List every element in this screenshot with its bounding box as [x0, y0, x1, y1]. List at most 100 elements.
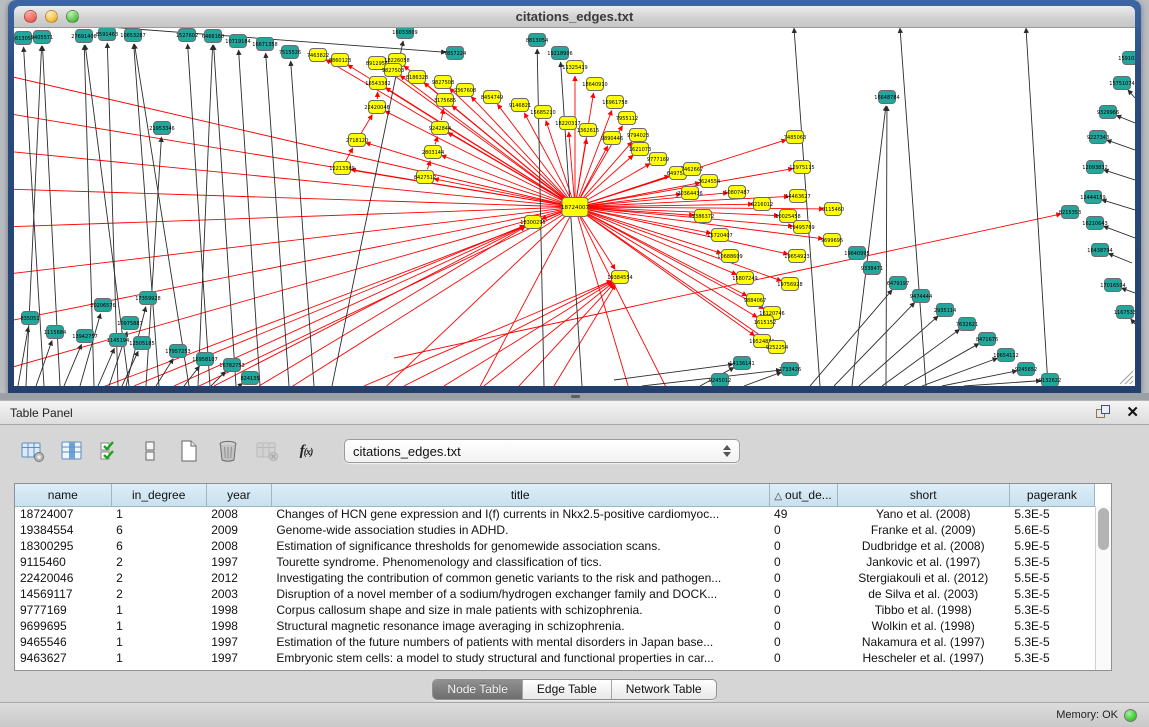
network-node[interactable]: 9777169	[647, 153, 669, 166]
tab-network-table[interactable]: Network Table	[612, 680, 716, 699]
table-scrollbar[interactable]	[1095, 506, 1111, 670]
network-node[interactable]: 9115460	[822, 203, 844, 216]
network-node[interactable]: 7955112	[616, 112, 638, 125]
network-node[interactable]: 6479197	[887, 277, 909, 290]
tab-edge-table[interactable]: Edge Table	[523, 680, 612, 699]
zoom-window-icon[interactable]	[66, 10, 79, 23]
network-node[interactable]: 11325419	[562, 61, 587, 74]
network-node[interactable]: 9242844	[429, 122, 451, 135]
network-node[interactable]: 8860123	[329, 54, 351, 67]
network-node[interactable]: 6466160	[202, 30, 224, 43]
close-window-icon[interactable]	[24, 10, 37, 23]
network-node[interactable]: 9890446	[601, 132, 623, 145]
network-node[interactable]: 1527602	[176, 29, 198, 42]
network-node[interactable]: 10653287	[120, 29, 145, 42]
network-node[interactable]: 7515526	[279, 46, 301, 59]
network-node[interactable]: 15751074	[1109, 77, 1134, 90]
network-node[interactable]: 8186328	[406, 71, 428, 84]
column-header-title[interactable]: title	[271, 484, 769, 506]
table-row[interactable]: 911546021997Tourette syndrome. Phenomeno…	[15, 554, 1095, 570]
network-node[interactable]: 7463822	[307, 49, 329, 62]
table-row[interactable]: 977716911998Corpus callosum shape and si…	[15, 602, 1095, 618]
network-node[interactable]: 7485063	[784, 131, 806, 144]
network-node[interactable]: 27691406	[71, 30, 96, 43]
network-node[interactable]: 9252254	[766, 341, 788, 354]
network-node[interactable]: 7857224	[444, 47, 466, 60]
table-row[interactable]: 946554611997Estimation of the future num…	[15, 634, 1095, 650]
tab-node-table[interactable]: Node Table	[433, 680, 523, 699]
network-node[interactable]: 8813054	[526, 34, 548, 47]
network-node[interactable]: 9699695	[821, 234, 843, 247]
network-node[interactable]: 7462667	[681, 163, 703, 176]
network-canvas[interactable]: 1872400718300295193845548860123746382289…	[14, 28, 1135, 386]
column-header-out_de[interactable]: △out_de...	[769, 484, 837, 506]
table-settings-icon[interactable]	[18, 436, 48, 466]
network-node[interactable]: 8471676	[976, 333, 998, 346]
network-node[interactable]: 1362615	[577, 124, 599, 137]
table-row[interactable]: 1830029562008Estimation of significance …	[15, 538, 1095, 554]
network-node[interactable]: 2803144	[422, 146, 444, 159]
table-row[interactable]: 1872400712008Changes of HCN gene express…	[15, 506, 1095, 522]
window-titlebar[interactable]: citations_edges.txt	[14, 6, 1135, 28]
network-node[interactable]: 9245012	[709, 374, 731, 387]
network-node[interactable]: 2367608	[454, 84, 476, 97]
row-height-icon[interactable]	[135, 436, 165, 466]
network-node[interactable]: 16961758	[602, 96, 627, 109]
table-row[interactable]: 969969511998Structural magnetic resonanc…	[15, 618, 1095, 634]
delete-trash-icon[interactable]	[213, 436, 243, 466]
network-node[interactable]: 1115684	[44, 326, 66, 339]
network-node[interactable]: 19640995	[844, 247, 869, 260]
panel-splitter[interactable]	[0, 393, 1149, 400]
network-node[interactable]: 9827503	[382, 64, 404, 77]
network-node[interactable]: 21953346	[149, 122, 174, 135]
network-node[interactable]: 10807487	[724, 186, 749, 199]
scrollbar-thumb[interactable]	[1098, 508, 1109, 550]
network-node[interactable]: 9245652	[1015, 363, 1037, 376]
network-node[interactable]: 15720407	[707, 229, 732, 242]
network-node[interactable]: 12975115	[789, 161, 814, 174]
memory-indicator[interactable]	[1124, 709, 1137, 722]
new-file-icon[interactable]	[174, 436, 204, 466]
column-header-short[interactable]: short	[837, 484, 1009, 506]
network-node[interactable]: 17359928	[135, 292, 160, 305]
select-columns-icon[interactable]	[96, 436, 126, 466]
network-node[interactable]: 15685210	[530, 106, 555, 119]
network-node[interactable]: 2935114	[934, 304, 956, 317]
network-node[interactable]: 1145194	[107, 334, 129, 347]
network-node[interactable]: 10654112	[993, 349, 1018, 362]
column-header-in_degree[interactable]: in_degree	[111, 484, 206, 506]
network-node[interactable]: 19756928	[777, 278, 802, 291]
network-node[interactable]: 7386372	[692, 210, 714, 223]
network-node[interactable]: 16438794	[1087, 244, 1112, 257]
network-node[interactable]: 9132622	[1039, 374, 1061, 387]
network-node[interactable]: 10688609	[717, 250, 742, 263]
network-node[interactable]: 16648784	[874, 91, 899, 104]
function-builder-icon[interactable]: f(x)	[291, 436, 321, 466]
network-node[interactable]: 12444159	[1080, 191, 1105, 204]
network-node[interactable]: 16958107	[192, 353, 217, 366]
network-node[interactable]: 8454749	[481, 91, 503, 104]
network-node[interactable]: 9794023	[627, 129, 649, 142]
network-node[interactable]: 18724007	[561, 198, 589, 217]
network-node[interactable]: 2718120	[346, 134, 368, 147]
table-row[interactable]: 1938455462009Genome-wide association stu…	[15, 522, 1095, 538]
network-node[interactable]: 16033809	[392, 28, 417, 39]
network-node[interactable]: 824135	[240, 372, 259, 385]
network-node[interactable]: 9329966	[1097, 106, 1119, 119]
network-node[interactable]: 1615152	[754, 316, 776, 329]
network-node[interactable]: 17016504	[1100, 279, 1125, 292]
network-node[interactable]: 13942757	[72, 330, 97, 343]
network-node[interactable]: 18640910	[582, 78, 607, 91]
network-node[interactable]: 19218906	[547, 47, 572, 60]
network-node[interactable]: 12093832	[1082, 161, 1107, 174]
network-node[interactable]: 9827508	[432, 76, 454, 89]
network-node[interactable]: 9227343	[1087, 131, 1109, 144]
network-node[interactable]: 3624554	[698, 175, 720, 188]
network-node[interactable]: 9405571	[31, 31, 53, 44]
network-node[interactable]: 19654923	[784, 250, 809, 263]
network-node[interactable]: 7632621	[956, 318, 978, 331]
network-node[interactable]: 9338471	[861, 262, 883, 275]
minimize-window-icon[interactable]	[45, 10, 58, 23]
table-row[interactable]: 946362711997Embryonic stem cells: a mode…	[15, 650, 1095, 666]
close-panel-icon[interactable]: ✕	[1126, 405, 1139, 420]
